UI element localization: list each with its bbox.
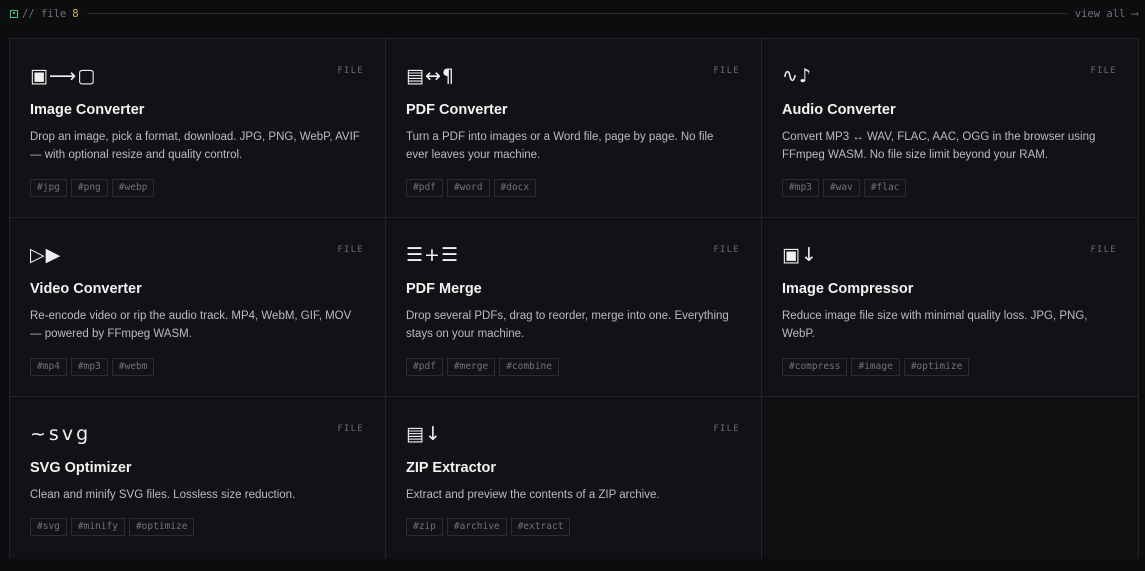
tag-chip[interactable]: #mp4 [30,358,67,376]
file-tag: FILE [337,66,364,76]
tag-chip[interactable]: #pdf [406,358,443,376]
section-count: 8 [72,7,79,20]
section-header: // file 8 view all ⟶ [10,5,1138,22]
tag-chip[interactable]: #mp3 [782,179,819,197]
svg-icon: ~svg [30,423,92,445]
card-description: Turn a PDF into images or a Word file, p… [406,131,714,161]
tag-chip[interactable]: #flac [863,179,907,197]
tag-list: #jpg #png #webp [30,179,155,197]
tag-chip[interactable]: #svg [30,518,67,536]
file-tag: FILE [1090,245,1117,255]
merge-icon: ☰+☰ [406,244,459,266]
card-title: PDF Converter [406,102,508,118]
tag-list: #pdf #word #docx [406,179,537,197]
card-title: Image Compressor [782,281,914,297]
file-tag: FILE [1090,66,1117,76]
card-title: Image Converter [30,102,145,118]
tag-chip[interactable]: #zip [406,518,443,536]
file-tag: FILE [713,66,740,76]
card-description: Drop an image, pick a format, download. … [30,131,360,161]
pdf-convert-icon: ▤↔¶ [406,65,455,87]
tag-list: #compress #image #optimize [782,358,970,376]
card-title: Audio Converter [782,102,896,118]
tool-card-audio-converter[interactable]: ∿♪ FILE Audio Converter Convert MP3 ↔ WA… [762,39,1138,218]
tag-chip[interactable]: #image [851,358,900,376]
section-label: // file [22,7,67,20]
tag-chip[interactable]: #docx [493,179,537,197]
tag-chip[interactable]: #optimize [903,358,970,376]
tool-card-zip-extractor[interactable]: ▤↓ FILE ZIP Extractor Extract and previe… [386,397,762,559]
video-play-icon: ▷▶ [30,244,62,266]
tag-chip[interactable]: #optimize [128,518,195,536]
view-all-link[interactable]: view all ⟶ [1075,8,1138,20]
tag-chip[interactable]: #png [70,179,108,197]
tool-card-image-converter[interactable]: ▣⟶▢ FILE Image Converter Drop an image, … [10,39,386,218]
tag-list: #svg #minify #optimize [30,518,195,536]
tag-chip[interactable]: #extract [510,518,571,536]
tag-chip[interactable]: #webp [111,179,155,197]
compress-icon: ▣↓ [782,244,818,266]
tag-chip[interactable]: #webm [111,358,155,376]
card-description: Extract and preview the contents of a ZI… [406,489,660,501]
tag-chip[interactable]: #combine [499,358,559,376]
card-description: Re-encode video or rip the audio track. … [30,310,352,340]
tool-card-pdf-merge[interactable]: ☰+☰ FILE PDF Merge Drop several PDFs, dr… [386,218,762,397]
audio-icon: ∿♪ [782,65,813,87]
tag-chip[interactable]: #mp3 [70,358,108,376]
tag-chip[interactable]: #archive [446,518,507,536]
card-title: Video Converter [30,281,142,297]
status-dot-icon [10,9,18,18]
card-description: Reduce image file size with minimal qual… [782,310,1088,340]
card-description: Convert MP3 ↔ WAV, FLAC, AAC, OGG in the… [782,131,1096,161]
file-tag: FILE [337,424,364,434]
file-tag: FILE [337,245,364,255]
divider [86,13,1067,14]
card-title: PDF Merge [406,281,482,297]
tag-chip[interactable]: #compress [782,358,848,376]
card-title: ZIP Extractor [406,460,496,476]
file-tag: FILE [713,245,740,255]
tool-card-svg-optimizer[interactable]: ~svg FILE SVG Optimizer Clean and minify… [10,397,386,559]
empty-grid-cell [762,397,1138,559]
tool-card-image-compressor[interactable]: ▣↓ FILE Image Compressor Reduce image fi… [762,218,1138,397]
tag-list: #zip #archive #extract [406,518,571,536]
tag-chip[interactable]: #pdf [406,179,443,197]
tool-card-video-converter[interactable]: ▷▶ FILE Video Converter Re-encode video … [10,218,386,397]
card-description: Clean and minify SVG files. Lossless siz… [30,489,296,501]
tag-chip[interactable]: #wav [822,179,860,197]
tool-card-pdf-converter[interactable]: ▤↔¶ FILE PDF Converter Turn a PDF into i… [386,39,762,218]
tag-list: #pdf #merge #combine [406,358,559,376]
tag-chip[interactable]: #minify [70,518,125,536]
card-title: SVG Optimizer [30,460,132,476]
tag-list: #mp3 #wav #flac [782,179,907,197]
tag-chip[interactable]: #merge [446,358,496,376]
zip-extract-icon: ▤↓ [406,423,442,445]
tag-list: #mp4 #mp3 #webm [30,358,155,376]
file-tag: FILE [713,424,740,434]
tools-grid: ▣⟶▢ FILE Image Converter Drop an image, … [9,38,1139,559]
card-description: Drop several PDFs, drag to reorder, merg… [406,310,729,340]
image-convert-icon: ▣⟶▢ [30,65,97,87]
tag-chip[interactable]: #word [446,179,490,197]
tag-chip[interactable]: #jpg [30,179,67,197]
